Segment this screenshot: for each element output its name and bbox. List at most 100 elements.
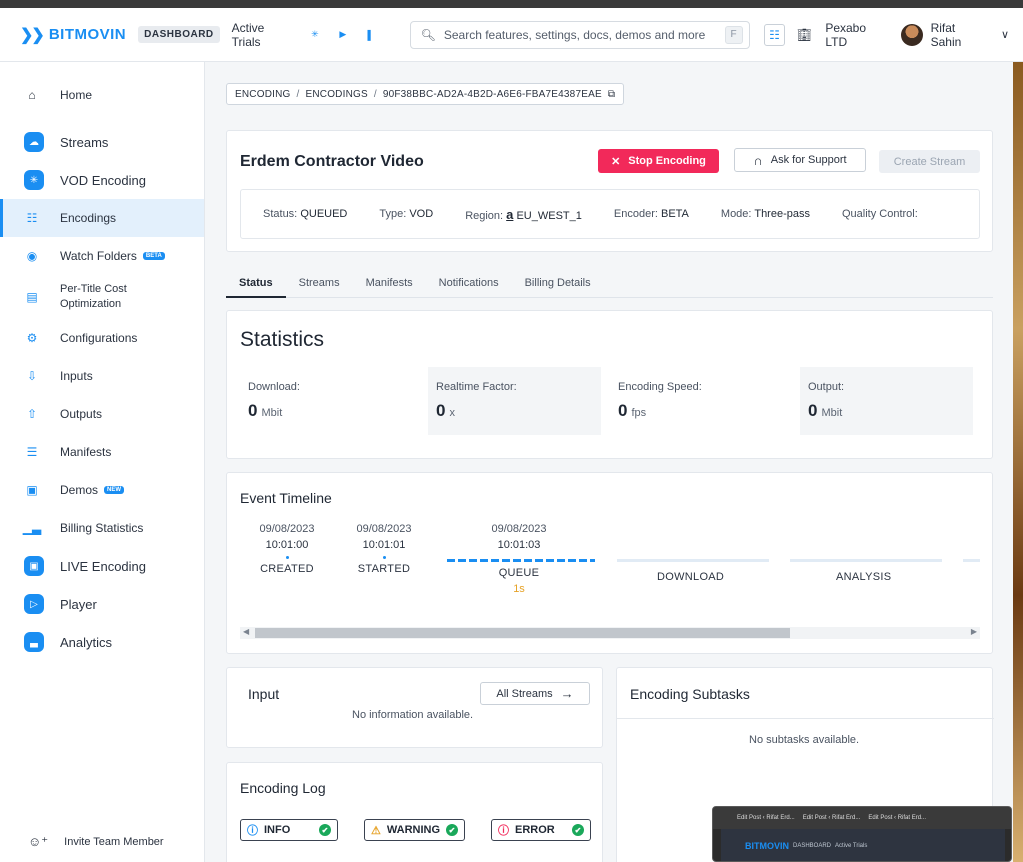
- type-field: Type: VOD: [379, 208, 433, 220]
- trial-analytics-icon[interactable]: ▌: [362, 26, 380, 44]
- sidebar-item-player[interactable]: ▷ Player: [0, 585, 204, 623]
- sidebar-item-live-encoding[interactable]: ▣ LIVE Encoding: [0, 547, 204, 585]
- type-value: VOD: [409, 208, 434, 220]
- user-name[interactable]: Rifat Sahin: [931, 21, 989, 49]
- sidebar-item-label: Encodings: [60, 211, 117, 225]
- warning-icon: ⚠: [371, 824, 381, 837]
- sidebar-item-streams[interactable]: ☁ Streams: [0, 123, 204, 161]
- desktop-background-edge: [1013, 62, 1023, 862]
- event-dot: [382, 556, 386, 559]
- scroll-left-icon[interactable]: ◀: [243, 627, 249, 636]
- input-card: Input All Streams → No information avail…: [226, 667, 603, 748]
- support-label: Ask for Support: [770, 154, 847, 166]
- create-stream-button[interactable]: Create Stream: [879, 150, 980, 173]
- trial-player-icon[interactable]: ▶: [334, 26, 352, 44]
- sidebar-item-configurations[interactable]: ⚙ Configurations: [0, 319, 204, 357]
- stat-number: 0: [436, 401, 446, 420]
- stat-number: 0: [618, 401, 628, 420]
- os-titlebar: [0, 0, 1023, 8]
- timeline-scrollbar[interactable]: ◀ ▶: [240, 627, 980, 639]
- check-icon: ✔: [572, 824, 584, 836]
- sidebar-item-manifests[interactable]: ☰ Manifests: [0, 433, 204, 471]
- organization-icon[interactable]: 🏢︎: [793, 24, 815, 46]
- player-icon: ▷: [24, 594, 44, 614]
- sidebar-item-analytics[interactable]: ▃ Analytics: [0, 623, 204, 661]
- encoding-header-card: Erdem Contractor Video ✕ Stop Encoding ∩…: [226, 130, 993, 252]
- apps-grid-icon[interactable]: ☷: [763, 23, 786, 46]
- tab-status[interactable]: Status: [226, 272, 286, 298]
- timeline-event-created: 09/08/2023 10:01:00 CREATED: [257, 523, 317, 575]
- tab-manifests[interactable]: Manifests: [353, 272, 426, 298]
- headset-icon: ∩: [753, 152, 763, 168]
- stage-download: DOWNLOAD: [657, 571, 725, 583]
- status-badge: QUEUED: [300, 208, 348, 220]
- sidebar-item-label: Demos: [60, 483, 99, 497]
- taskbar-window-preview[interactable]: Edit Post ‹ Rifat Erd... Edit Post ‹ Rif…: [712, 806, 1012, 862]
- ask-for-support-button[interactable]: ∩ Ask for Support: [734, 148, 866, 172]
- scroll-right-icon[interactable]: ▶: [971, 627, 977, 636]
- stat-realtime-factor: Realtime Factor: 0x: [428, 367, 601, 435]
- invite-team-member-link[interactable]: ☺⁺ Invite Team Member: [0, 822, 205, 862]
- top-navigation-bar: ❯❯ BITMOVIN DASHBOARD Active Trials ✳ ▶ …: [0, 8, 1023, 62]
- timeline-event-queue: 09/08/2023 10:01:03 QUEUE 1s: [489, 523, 549, 595]
- sidebar-item-label: Outputs: [60, 407, 103, 421]
- home-icon: ⌂: [28, 88, 36, 102]
- sidebar-item-inputs[interactable]: ⇩ Inputs: [0, 357, 204, 395]
- stat-label: Realtime Factor:: [436, 381, 517, 393]
- chevron-down-icon[interactable]: ∨: [1001, 28, 1009, 41]
- log-filter-warning[interactable]: ⚠ WARNING ✔: [364, 819, 465, 841]
- sidebar-item-label: Per-Title Cost Optimization: [60, 282, 127, 312]
- type-label: Type:: [379, 208, 407, 220]
- scrollbar-thumb[interactable]: [255, 628, 790, 638]
- timeline-title: Event Timeline: [240, 490, 332, 506]
- mode-field: Mode: Three-pass: [721, 208, 810, 220]
- tab-notifications[interactable]: Notifications: [426, 272, 512, 298]
- event-spacer: [489, 551, 549, 563]
- billing-icon: ▁▃: [22, 521, 42, 535]
- event-date: 09/08/2023: [356, 523, 412, 535]
- sidebar-item-vod-encoding[interactable]: ✳ VOD Encoding: [0, 161, 204, 199]
- region-field: Region: a EU_WEST_1: [465, 207, 582, 222]
- all-streams-button[interactable]: All Streams →: [480, 682, 590, 705]
- configurations-icon: ⚙: [26, 331, 38, 345]
- preview-brand: BITMOVIN: [745, 841, 789, 851]
- stage-analysis: ANALYSIS: [836, 571, 892, 583]
- breadcrumb-encodings[interactable]: ENCODINGS: [305, 89, 367, 100]
- preview-tabs: Edit Post ‹ Rifat Erd... Edit Post ‹ Rif…: [713, 807, 1011, 829]
- active-trials-label[interactable]: Active Trials: [232, 21, 296, 49]
- tab-streams[interactable]: Streams: [286, 272, 353, 298]
- sidebar-item-label: Manifests: [60, 445, 112, 459]
- inputs-icon: ⇩: [26, 369, 38, 383]
- breadcrumb-encoding[interactable]: ENCODING: [235, 89, 291, 100]
- sidebar-item-per-title[interactable]: ▤ Per-Title Cost Optimization: [0, 275, 204, 319]
- event-time: 10:01:00: [265, 539, 309, 551]
- sidebar-item-label: VOD Encoding: [60, 172, 146, 188]
- log-filter-error[interactable]: ⓘ ERROR ✔: [491, 819, 591, 841]
- user-avatar[interactable]: [900, 23, 923, 46]
- preview-page: BITMOVIN DASHBOARD Active Trials: [721, 829, 1005, 861]
- tab-billing-details[interactable]: Billing Details: [512, 272, 604, 298]
- mode-value: Three-pass: [754, 208, 810, 220]
- sidebar-item-outputs[interactable]: ⇧ Outputs: [0, 395, 204, 433]
- check-icon: ✔: [446, 824, 458, 836]
- input-empty-text: No information available.: [352, 709, 474, 721]
- global-search-input[interactable]: 🔍︎ Search features, settings, docs, demo…: [409, 20, 750, 49]
- preview-tab: Edit Post ‹ Rifat Erd...: [802, 815, 861, 821]
- sidebar-item-watch-folders[interactable]: ◉ Watch Folders BETA: [0, 237, 204, 275]
- sidebar-item-encodings[interactable]: ☷ Encodings: [0, 199, 204, 237]
- mode-label: Mode:: [720, 208, 752, 220]
- bitmovin-logo[interactable]: ❯❯ BITMOVIN DASHBOARD: [20, 25, 220, 45]
- arrow-right-icon: →: [560, 686, 574, 701]
- sidebar-item-demos[interactable]: ▣ Demos NEW: [0, 471, 204, 509]
- log-filter-info[interactable]: ⓘ INFO ✔: [240, 819, 338, 841]
- sidebar-item-home[interactable]: ⌂ Home: [0, 76, 204, 114]
- sidebar-item-billing-statistics[interactable]: ▁▃ Billing Statistics: [0, 509, 204, 547]
- organization-name[interactable]: Pexabo LTD: [825, 21, 890, 49]
- page-title: Erdem Contractor Video: [240, 153, 424, 170]
- trial-vod-icon[interactable]: ✳: [306, 26, 324, 44]
- stop-encoding-button[interactable]: ✕ Stop Encoding: [598, 149, 719, 173]
- copy-icon[interactable]: ⧉: [608, 89, 615, 100]
- stat-download: Download: 0 Mbit: [240, 367, 413, 435]
- stat-encoding-speed: Encoding Speed: 0 fps: [610, 367, 783, 435]
- event-time: 10:01:01: [362, 539, 406, 551]
